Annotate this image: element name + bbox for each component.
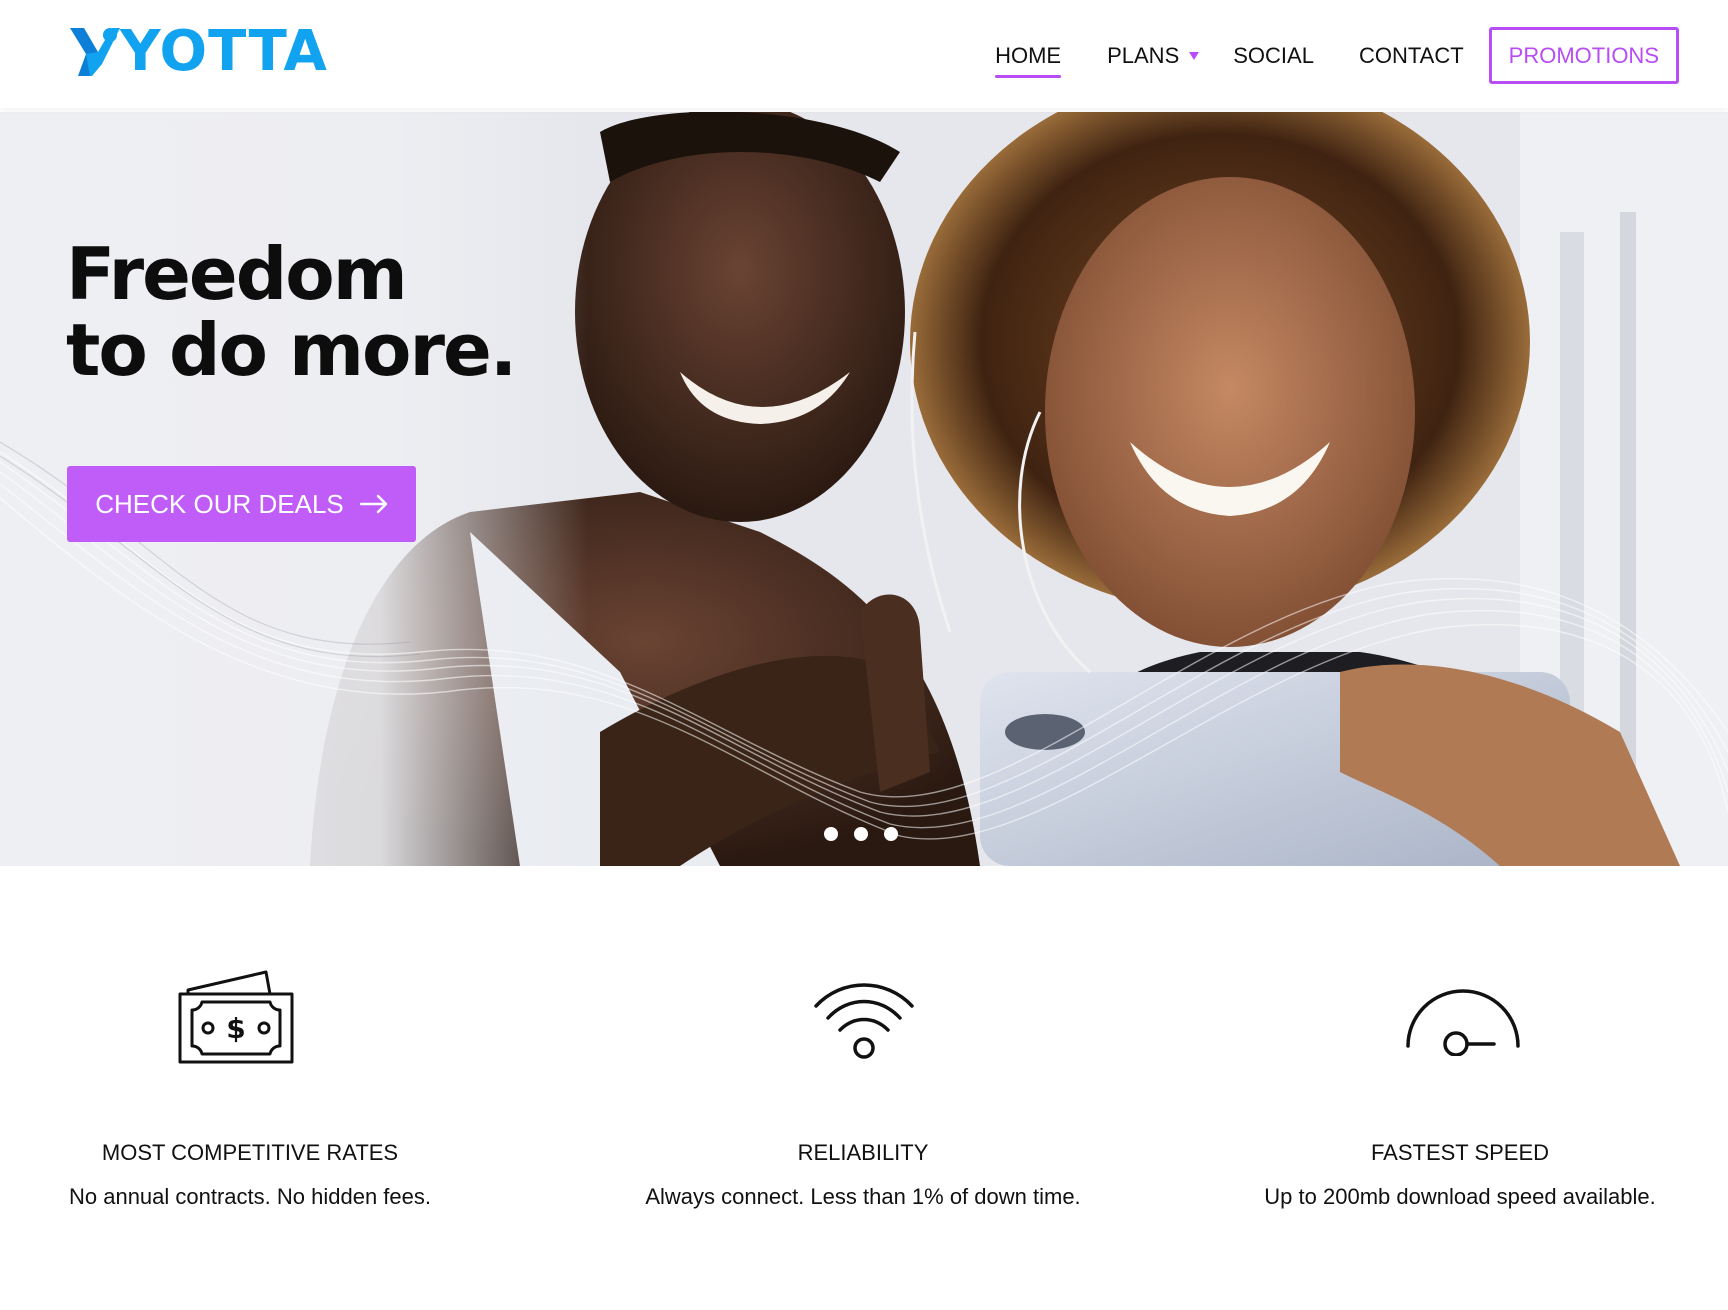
feature-title: RELIABILITY — [797, 1140, 929, 1165]
carousel-dot-3[interactable] — [884, 827, 898, 841]
nav-item-label: PLANS — [1107, 42, 1180, 68]
feature-title: MOST COMPETITIVE RATES — [101, 1140, 399, 1165]
nav-item-home[interactable]: HOME — [995, 27, 1062, 84]
nav-item-social[interactable]: SOCIAL — [1233, 27, 1314, 84]
nav-item-plans[interactable]: PLANS — [1107, 27, 1200, 84]
feature-title: FASTEST SPEED — [1370, 1140, 1550, 1165]
feature-description: No annual contracts. No hidden fees. — [68, 1184, 431, 1209]
nav-item-contact[interactable]: CONTACT — [1359, 27, 1464, 84]
arrow-right-icon — [359, 494, 387, 514]
logo-text: YOTTA — [120, 19, 328, 84]
carousel-dot-2[interactable] — [854, 827, 868, 841]
check-deals-button[interactable]: CHECK OUR DEALS — [67, 466, 416, 542]
promotions-button[interactable]: PROMOTIONS — [1488, 27, 1679, 84]
carousel-dot-1[interactable] — [824, 827, 838, 841]
speedometer-icon — [1406, 989, 1520, 1056]
svg-text:$: $ — [226, 1012, 245, 1045]
caret-down-icon — [1189, 51, 1200, 60]
carousel-dots — [824, 827, 898, 841]
nav-item-label: SOCIAL — [1233, 42, 1314, 68]
brand-logo[interactable]: YOTTA — [68, 22, 328, 82]
hero-headline-line-2: to do more. — [66, 308, 517, 392]
check-deals-label: CHECK OUR DEALS — [95, 488, 344, 519]
nav-item-label: HOME — [995, 42, 1062, 68]
main-nav: HOME PLANS SOCIAL CONTACT PROMOTIONS — [995, 27, 1679, 84]
feature-description: Up to 200mb download speed available. — [1264, 1184, 1656, 1209]
logo-mark-icon — [70, 28, 120, 76]
site-header: YOTTA HOME PLANS SOCIAL CONTACT PROMOTIO… — [0, 0, 1728, 108]
hero-headline: Freedom to do more. — [66, 232, 517, 392]
active-underline — [995, 75, 1062, 78]
hero-headline-line-1: Freedom — [66, 232, 408, 316]
nav-item-label: CONTACT — [1358, 42, 1464, 68]
feature-description: Always connect. Less than 1% of down tim… — [645, 1184, 1081, 1209]
money-bill-icon: $ — [178, 970, 294, 1064]
features-section: $ MOST COMPETITIVE RATES No annual contr… — [0, 866, 1728, 1310]
wifi-icon — [814, 983, 914, 1059]
hero-banner: Freedom to do more. CHECK OUR DEALS — [0, 112, 1728, 866]
